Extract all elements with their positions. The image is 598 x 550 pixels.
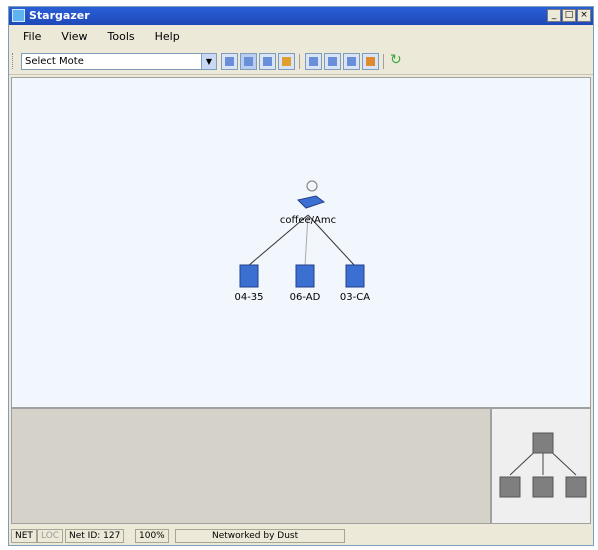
minimap-node xyxy=(565,476,587,498)
stats-button[interactable] xyxy=(362,53,379,70)
gateway-label: coffee/Amc xyxy=(280,215,336,226)
chart-icon xyxy=(366,57,375,66)
view-mode-button[interactable] xyxy=(221,53,238,70)
details-panel xyxy=(11,408,491,524)
menu-help[interactable]: Help xyxy=(155,30,180,43)
minimap-node xyxy=(532,476,554,498)
status-bar: NET LOC Net ID: 127 100% Networked by Du… xyxy=(9,527,593,545)
zoom-out-button[interactable] xyxy=(324,53,341,70)
mote-node[interactable]: 03-CA xyxy=(340,264,370,303)
tree-icon xyxy=(244,57,253,66)
antenna-icon xyxy=(306,180,318,192)
mote-label: 06-AD xyxy=(290,292,321,303)
zoom-fit-icon xyxy=(347,57,356,66)
mesh-icon xyxy=(263,57,272,66)
mote-select-value: Select Mote xyxy=(25,56,84,67)
mote-node[interactable]: 04-35 xyxy=(234,264,264,303)
zoom-out-icon xyxy=(328,57,337,66)
screen-icon xyxy=(225,57,234,66)
status-loc: LOC xyxy=(37,529,64,543)
status-net: NET xyxy=(11,529,37,543)
maximize-button[interactable]: □ xyxy=(562,9,576,22)
toolbar-separator xyxy=(299,54,300,69)
zoom-in-icon xyxy=(309,57,318,66)
window-title: Stargazer xyxy=(29,9,90,22)
mote-icon xyxy=(239,264,259,288)
close-button[interactable]: × xyxy=(577,9,591,22)
minimize-button[interactable]: _ xyxy=(547,9,561,22)
image-icon xyxy=(282,57,291,66)
tree-layout-button[interactable] xyxy=(240,53,257,70)
refresh-icon[interactable]: ↻ xyxy=(390,52,402,68)
zoom-in-button[interactable] xyxy=(305,53,322,70)
toolbar-separator xyxy=(383,54,384,69)
gateway-node[interactable]: coffee/Amc xyxy=(280,180,336,226)
minimap-graph xyxy=(499,432,587,498)
menu-tools[interactable]: Tools xyxy=(108,30,135,43)
menu-file[interactable]: File xyxy=(23,30,41,43)
menu-bar: File View Tools Help xyxy=(9,27,593,45)
mote-icon xyxy=(345,264,365,288)
router-icon xyxy=(297,195,326,209)
menu-view[interactable]: View xyxy=(61,30,87,43)
status-networked-by: Networked by Dust xyxy=(175,529,345,543)
mote-node[interactable]: 06-AD xyxy=(290,264,321,303)
network-canvas[interactable]: coffee/Amc 04-35 06-AD 03-CA xyxy=(11,77,591,408)
toolbar-grip[interactable] xyxy=(12,53,16,69)
network-graph: coffee/Amc 04-35 06-AD 03-CA xyxy=(234,180,370,303)
mote-select[interactable]: Select Mote ▼ xyxy=(21,53,217,70)
minimap[interactable] xyxy=(491,408,591,524)
status-zoom: 100% xyxy=(135,529,169,543)
zoom-fit-button[interactable] xyxy=(343,53,360,70)
app-window: Stargazer _ □ × File View Tools Help Sel… xyxy=(8,6,594,546)
image-button[interactable] xyxy=(278,53,295,70)
mote-label: 04-35 xyxy=(234,292,263,303)
mote-icon xyxy=(295,264,315,288)
minimap-node xyxy=(499,476,521,498)
mote-label: 03-CA xyxy=(340,292,370,303)
minimap-root-node xyxy=(532,432,554,454)
dropdown-arrow-icon[interactable]: ▼ xyxy=(201,54,216,69)
window-controls: _ □ × xyxy=(547,9,591,22)
title-bar[interactable]: Stargazer _ □ × xyxy=(9,7,593,25)
status-net-id: Net ID: 127 xyxy=(65,529,125,543)
app-icon xyxy=(12,9,25,22)
toolbar: Select Mote ▼ ↻ xyxy=(9,47,593,75)
mesh-layout-button[interactable] xyxy=(259,53,276,70)
